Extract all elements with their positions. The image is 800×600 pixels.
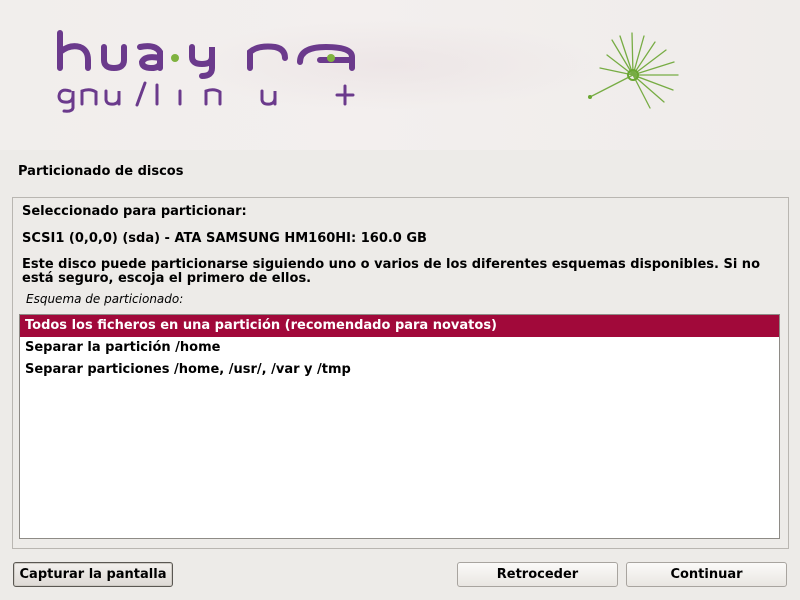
- huayra-logo: [57, 30, 679, 113]
- schema-label: Esquema de particionado:: [26, 292, 184, 306]
- list-item-separate-home[interactable]: Separar la partición /home: [20, 337, 779, 359]
- back-button[interactable]: Retroceder: [457, 562, 618, 587]
- continue-button[interactable]: Continuar: [626, 562, 787, 587]
- screenshot-button[interactable]: Capturar la pantalla: [13, 562, 173, 587]
- disk-info: SCSI1 (0,0,0) (sda) - ATA SAMSUNG HM160H…: [22, 231, 427, 246]
- list-item-all-in-one[interactable]: Todos los ficheros en una partición (rec…: [20, 315, 779, 337]
- selected-label: Seleccionado para particionar:: [22, 204, 247, 219]
- partition-scheme-list[interactable]: Todos los ficheros en una partición (rec…: [19, 314, 780, 539]
- page-title: Particionado de discos: [18, 164, 184, 179]
- description-text: Este disco puede particionarse siguiendo…: [22, 257, 760, 286]
- list-item-separate-partitions[interactable]: Separar particiones /home, /usr/, /var y…: [20, 359, 779, 381]
